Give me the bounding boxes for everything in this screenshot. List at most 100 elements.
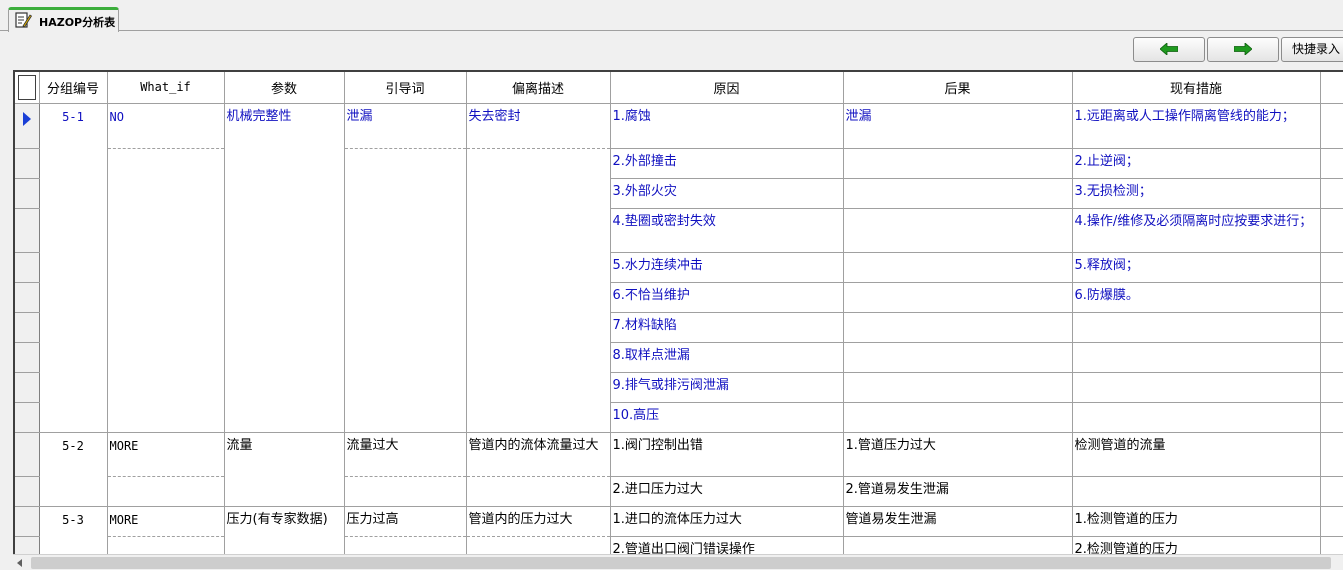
- cell-cause[interactable]: 3.外部火灾: [610, 178, 844, 209]
- col-header-measures[interactable]: 现有措施: [1072, 72, 1321, 104]
- quick-entry-button[interactable]: 快捷录入: [1281, 37, 1343, 62]
- table-row[interactable]: 5-1 NO 机械完整性 泄漏 失去密封 1.腐蚀 泄漏 1.远距离或人工操作隔…: [15, 103, 1343, 433]
- cell-cause[interactable]: 4.垫圈或密封失效: [610, 208, 844, 253]
- table-row[interactable]: 5-3 MORE 压力(有专家数据) 压力过高 管道内的压力过大 1.进口的流体…: [15, 506, 1343, 554]
- cell-consequence[interactable]: [843, 402, 1073, 433]
- cell-measure[interactable]: [1072, 372, 1321, 403]
- col-header-guide-word[interactable]: 引导词: [344, 72, 467, 104]
- cell-deviation[interactable]: 失去密封: [466, 103, 611, 149]
- cell-consequence[interactable]: [843, 252, 1073, 283]
- cell-cause[interactable]: 2.管道出口阀门错误操作: [610, 536, 844, 554]
- col-header-what-if[interactable]: What_if: [107, 72, 225, 104]
- scroll-left-icon[interactable]: [17, 559, 22, 567]
- cell-what-if[interactable]: [107, 476, 225, 507]
- cell-what-if[interactable]: MORE: [107, 506, 225, 537]
- cell-measure[interactable]: 1.检测管道的压力: [1072, 506, 1321, 537]
- cell-group-id[interactable]: 5-1: [39, 103, 108, 433]
- cell-cause[interactable]: 5.水力连续冲击: [610, 252, 844, 283]
- row-selector[interactable]: [15, 282, 40, 313]
- cell-measure[interactable]: 2.检测管道的压力: [1072, 536, 1321, 554]
- table-row[interactable]: 5-2 MORE 流量 流量过大 管道内的流体流量过大 1.阀门控制出错 1.管…: [15, 432, 1343, 507]
- col-header-deviation[interactable]: 偏离描述: [466, 72, 611, 104]
- row-selector[interactable]: [15, 252, 40, 283]
- cell-consequence[interactable]: [843, 536, 1073, 554]
- cell-measure[interactable]: [1072, 312, 1321, 343]
- cell-cause[interactable]: 8.取样点泄漏: [610, 342, 844, 373]
- cell-consequence[interactable]: 1.管道压力过大: [843, 432, 1073, 477]
- col-header-consequence[interactable]: 后果: [843, 72, 1073, 104]
- cell-measure[interactable]: [1072, 342, 1321, 373]
- cell-measure[interactable]: 4.操作/维修及必须隔离时应按要求进行；: [1072, 208, 1321, 253]
- cell-deviation[interactable]: [466, 148, 611, 433]
- cell-deviation[interactable]: 管道内的流体流量过大: [466, 432, 611, 477]
- cell-cause[interactable]: 6.不恰当维护: [610, 282, 844, 313]
- col-header-parameter[interactable]: 参数: [224, 72, 345, 104]
- cell-parameter[interactable]: 流量: [224, 432, 345, 507]
- cell-measure[interactable]: 6.防爆膜。: [1072, 282, 1321, 313]
- cell-cause[interactable]: 1.进口的流体压力过大: [610, 506, 844, 537]
- cell-consequence[interactable]: [843, 282, 1073, 313]
- cell-consequence[interactable]: 管道易发生泄漏: [843, 506, 1073, 537]
- cell-guide-word[interactable]: [344, 536, 467, 554]
- col-header-group-id[interactable]: 分组编号: [39, 72, 108, 104]
- select-all-box[interactable]: [17, 74, 36, 100]
- cell-what-if[interactable]: [107, 148, 225, 433]
- cell-consequence[interactable]: [843, 342, 1073, 373]
- cell-deviation[interactable]: 管道内的压力过大: [466, 506, 611, 537]
- row-selector[interactable]: [15, 312, 40, 343]
- row-selector[interactable]: [15, 178, 40, 209]
- col-header-cause[interactable]: 原因: [610, 72, 844, 104]
- cell-group-id[interactable]: 5-3: [39, 506, 108, 554]
- row-selector[interactable]: [15, 432, 40, 477]
- row-selector[interactable]: [15, 148, 40, 179]
- cell-cause[interactable]: 7.材料缺陷: [610, 312, 844, 343]
- previous-button[interactable]: [1133, 37, 1205, 62]
- row-selector[interactable]: [15, 372, 40, 403]
- row-selector[interactable]: [15, 506, 40, 537]
- row-selector[interactable]: [15, 402, 40, 433]
- cell-measure[interactable]: 3.无损检测；: [1072, 178, 1321, 209]
- cell-consequence[interactable]: [843, 208, 1073, 253]
- cell-measure[interactable]: [1072, 402, 1321, 433]
- cell-what-if[interactable]: [107, 536, 225, 554]
- row-selector[interactable]: [15, 208, 40, 253]
- cell-measure[interactable]: 检测管道的流量: [1072, 432, 1321, 477]
- cell-consequence[interactable]: 泄漏: [843, 103, 1073, 149]
- table-row[interactable]: 2.外部撞击 2.止逆阀；: [15, 148, 1343, 433]
- cell-what-if[interactable]: MORE: [107, 432, 225, 477]
- cell-guide-word[interactable]: [344, 476, 467, 507]
- cell-cause[interactable]: 9.排气或排污阀泄漏: [610, 372, 844, 403]
- cell-cause[interactable]: 1.阀门控制出错: [610, 432, 844, 477]
- cell-guide-word[interactable]: [344, 148, 467, 433]
- next-button[interactable]: [1207, 37, 1279, 62]
- row-selector[interactable]: [15, 342, 40, 373]
- cell-measure[interactable]: [1072, 476, 1321, 507]
- cell-deviation[interactable]: [466, 476, 611, 507]
- scrollbar-thumb[interactable]: [31, 557, 1331, 569]
- cell-cause[interactable]: 2.外部撞击: [610, 148, 844, 179]
- cell-measure[interactable]: 1.远距离或人工操作隔离管线的能力；: [1072, 103, 1321, 149]
- cell-group-id[interactable]: 5-2: [39, 432, 108, 507]
- cell-guide-word[interactable]: 流量过大: [344, 432, 467, 477]
- cell-consequence[interactable]: [843, 312, 1073, 343]
- cell-what-if[interactable]: NO: [107, 103, 225, 149]
- cell-guide-word[interactable]: 压力过高: [344, 506, 467, 537]
- cell-parameter[interactable]: 机械完整性: [224, 103, 345, 433]
- cell-measure[interactable]: 5.释放阀；: [1072, 252, 1321, 283]
- cell-consequence[interactable]: 2.管道易发生泄漏: [843, 476, 1073, 507]
- cell-parameter[interactable]: 压力(有专家数据): [224, 506, 345, 554]
- cell-deviation[interactable]: [466, 536, 611, 554]
- row-selector[interactable]: [15, 536, 40, 554]
- row-selector[interactable]: [15, 103, 40, 149]
- cell-consequence[interactable]: [843, 148, 1073, 179]
- row-selector[interactable]: [15, 476, 40, 507]
- table-row[interactable]: 2.管道出口阀门错误操作 2.检测管道的压力: [15, 536, 1343, 554]
- table-row[interactable]: 2.进口压力过大 2.管道易发生泄漏: [15, 476, 1343, 507]
- corner-cell[interactable]: [15, 72, 40, 104]
- cell-cause[interactable]: 2.进口压力过大: [610, 476, 844, 507]
- cell-consequence[interactable]: [843, 178, 1073, 209]
- cell-consequence[interactable]: [843, 372, 1073, 403]
- cell-measure[interactable]: 2.止逆阀；: [1072, 148, 1321, 179]
- tab-hazop[interactable]: HAZOP分析表: [8, 7, 119, 32]
- cell-guide-word[interactable]: 泄漏: [344, 103, 467, 149]
